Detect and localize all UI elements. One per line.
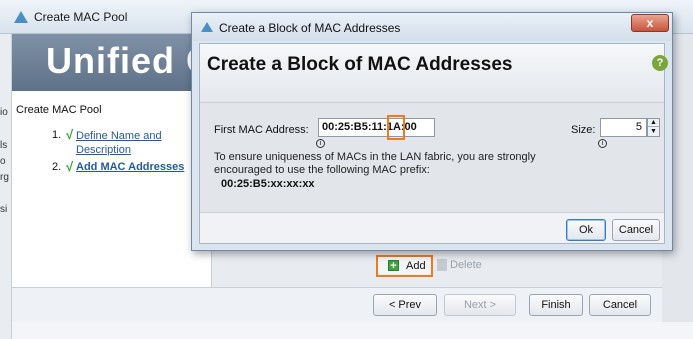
create-mac-block-dialog: Create a Block of MAC Addresses x Create… <box>191 12 673 251</box>
info-icon: i <box>598 139 607 148</box>
banner-title: Unified C <box>46 40 212 81</box>
add-button[interactable]: + Add <box>376 255 433 277</box>
next-button[interactable]: Next > <box>444 294 516 316</box>
wizard-steps-panel: Create MAC Pool 1. √ Define Name and Des… <box>12 91 212 287</box>
checkmark-icon: √ <box>66 159 74 174</box>
delete-label: Delete <box>450 259 482 271</box>
add-icon: + <box>388 260 399 272</box>
edge-text-fragment: ls <box>0 140 8 151</box>
edge-text-fragment: si <box>0 204 8 215</box>
help-icon[interactable]: ? <box>652 55 668 71</box>
dialog-header: Create a Block of MAC Addresses ? <box>200 44 668 102</box>
step-number: 1. <box>52 129 62 141</box>
dialog-body: Create a Block of MAC Addresses ? First … <box>199 43 668 244</box>
uniqueness-note: To ensure uniqueness of MACs in the LAN … <box>214 151 536 176</box>
cancel-button[interactable]: Cancel <box>589 294 651 316</box>
dialog-title: Create a Block of MAC Addresses <box>219 21 401 35</box>
prev-button[interactable]: < Prev <box>373 294 437 316</box>
trash-icon <box>437 259 447 271</box>
close-icon[interactable]: x <box>631 14 669 32</box>
dialog-title-bar[interactable]: Create a Block of MAC Addresses x <box>192 13 672 41</box>
highlight-box <box>387 115 405 140</box>
info-icon: i <box>316 139 325 148</box>
edge-text-fragment: io <box>0 107 8 118</box>
step-link[interactable]: Define Name and Description <box>76 129 206 157</box>
size-stepper[interactable]: ▲ ▼ <box>647 118 660 137</box>
first-mac-address-input[interactable]: 00:25:B5:11:1A:00 <box>318 115 435 140</box>
cisco-app-icon <box>201 22 213 32</box>
first-mac-label: First MAC Address: <box>214 124 309 136</box>
size-label: Size: <box>571 124 596 136</box>
dialog-heading: Create a Block of MAC Addresses <box>207 54 513 75</box>
step-number: 2. <box>52 161 62 173</box>
dialog-button-bar: Ok Cancel <box>200 212 664 243</box>
edge-text-fragment: rg <box>0 172 9 183</box>
mac-prefix-part: 00:25:B5:11: <box>322 121 387 133</box>
wizard-heading: Create MAC Pool <box>16 104 102 116</box>
dialog-cancel-button[interactable]: Cancel <box>612 219 660 241</box>
spinner-up-icon[interactable]: ▲ <box>648 119 659 127</box>
mac-block-form: First MAC Address: 00:25:B5:11:1A:00 i T… <box>200 102 664 212</box>
finish-button[interactable]: Finish <box>529 294 583 316</box>
ok-button[interactable]: Ok <box>566 219 606 241</box>
spinner-down-icon[interactable]: ▼ <box>648 128 659 136</box>
checkmark-icon: √ <box>66 127 74 142</box>
window-title: Create MAC Pool <box>34 10 128 24</box>
parent-window-edge: io ls o rg si <box>0 34 12 339</box>
recommended-mac-prefix: 00:25:B5:xx:xx:xx <box>221 178 315 190</box>
step-link[interactable]: Add MAC Addresses <box>76 161 184 173</box>
edge-text-fragment: o <box>0 156 6 167</box>
add-label: Add <box>406 260 426 272</box>
cisco-app-icon <box>14 11 28 23</box>
product-banner: Unified C <box>12 34 212 91</box>
size-input[interactable]: 5 <box>600 118 647 137</box>
